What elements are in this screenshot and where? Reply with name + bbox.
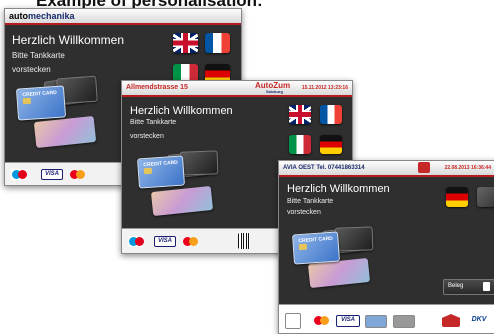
instruction-line-2: vorstecken bbox=[12, 65, 51, 74]
brand-sub: Salzburg bbox=[266, 89, 283, 94]
credit-card: CREDIT CARD bbox=[15, 85, 67, 121]
payment-strip: VISA DKV bbox=[279, 304, 494, 333]
barcode-logo bbox=[238, 233, 250, 249]
kiosk-screen-avia: AVIA OEST Tel. 07441863314 22.08.2013 16… bbox=[278, 160, 494, 334]
language-option-button[interactable] bbox=[477, 187, 494, 207]
maestro-logo bbox=[128, 236, 144, 247]
maestro-logo bbox=[11, 169, 27, 180]
receipt-icon bbox=[483, 282, 490, 291]
receipt-button-label: Beleg bbox=[448, 283, 464, 289]
brand-logo: automechanika bbox=[9, 11, 75, 21]
screen-header: AVIA OEST Tel. 07441863314 22.08.2013 16… bbox=[279, 161, 494, 177]
welcome-title: Herzlich Willkommen bbox=[287, 183, 390, 195]
welcome-title: Herzlich Willkommen bbox=[12, 33, 125, 47]
instruction-line-1: Bitte Tankkarte bbox=[130, 119, 177, 126]
language-french-flag[interactable] bbox=[205, 33, 230, 53]
credit-card: CREDIT CARD bbox=[292, 231, 340, 265]
instruction-line-1: Bitte Tankkarte bbox=[287, 198, 334, 205]
language-german-flag[interactable] bbox=[446, 187, 468, 207]
banknotes bbox=[33, 115, 97, 149]
screen-header: Allmendstrasse 15 AutoZum Salzburg 15.11… bbox=[122, 81, 352, 97]
welcome-title: Herzlich Willkommen bbox=[130, 105, 233, 117]
instruction-line-2: vorstecken bbox=[287, 209, 321, 216]
receipt-button[interactable]: Beleg bbox=[443, 279, 494, 295]
card-stack bbox=[179, 150, 219, 176]
language-english-flag[interactable] bbox=[289, 105, 311, 124]
language-italian-flag[interactable] bbox=[289, 135, 311, 154]
language-german-flag[interactable] bbox=[320, 135, 342, 154]
brand-badge-icon bbox=[418, 162, 430, 173]
instruction-line-1: Bitte Tankkarte bbox=[12, 51, 65, 60]
fuel-card-logo bbox=[442, 314, 460, 327]
station-name: AVIA OEST Tel. 07441863314 bbox=[283, 165, 365, 171]
timestamp: 15.11.2012 13:23:16 bbox=[301, 85, 348, 91]
language-english-flag[interactable] bbox=[173, 33, 198, 53]
credit-card: CREDIT CARD bbox=[137, 155, 185, 189]
banknotes bbox=[150, 185, 214, 217]
visa-logo: VISA bbox=[154, 236, 176, 247]
mastercard-logo bbox=[69, 169, 85, 180]
station-address: Allmendstrasse 15 bbox=[126, 84, 188, 91]
screen-header: automechanika bbox=[5, 9, 241, 25]
visa-logo: VISA bbox=[336, 315, 360, 327]
dkv-logo: DKV bbox=[467, 313, 491, 327]
mastercard-logo bbox=[313, 315, 329, 326]
language-french-flag[interactable] bbox=[320, 105, 342, 124]
card-logo bbox=[393, 315, 415, 328]
card-stack bbox=[334, 226, 374, 252]
visa-logo: VISA bbox=[41, 169, 63, 180]
instruction-line-2: vorstecken bbox=[130, 133, 164, 140]
card-logo bbox=[365, 315, 387, 328]
mastercard-logo bbox=[182, 236, 198, 247]
timestamp: 22.08.2013 16:36:44 bbox=[444, 165, 491, 171]
